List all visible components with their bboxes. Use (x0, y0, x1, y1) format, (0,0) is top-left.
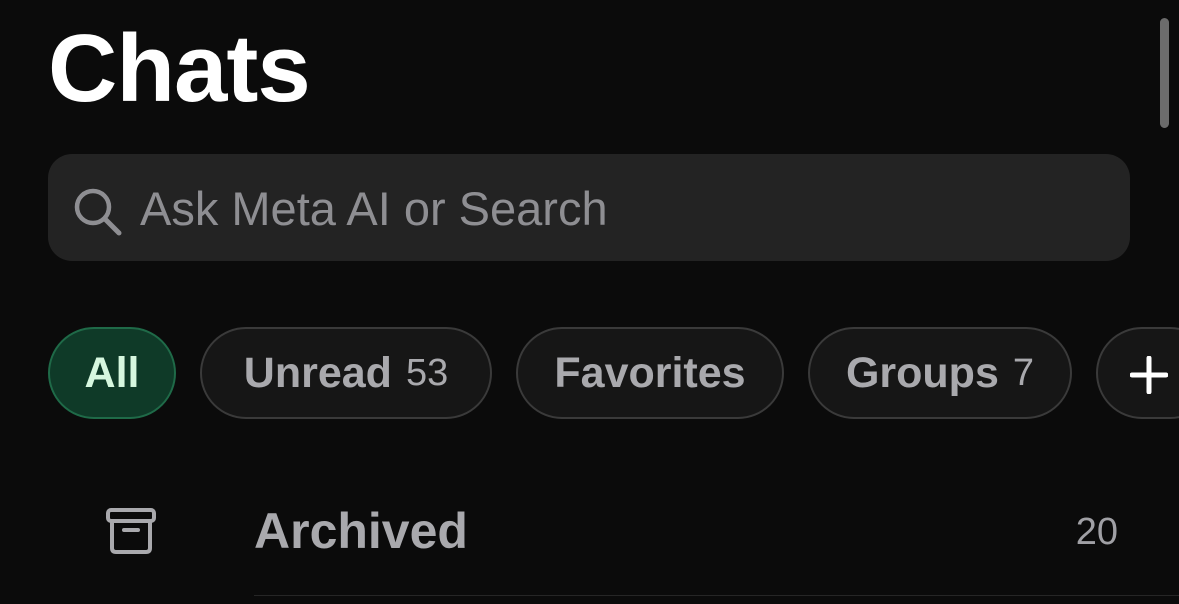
filter-chip-label: Unread (243, 348, 392, 397)
filter-chip-count: 53 (405, 351, 449, 394)
scrollbar[interactable] (1160, 18, 1169, 128)
filter-chip-label: Favorites (554, 348, 746, 397)
filter-chip-favorites[interactable]: Favorites (516, 327, 784, 419)
filter-chip-count: 7 (1012, 351, 1035, 394)
filter-chip-all[interactable]: All (48, 327, 176, 419)
filter-chip-groups[interactable]: Groups 7 (808, 327, 1072, 419)
filter-chip-unread[interactable]: Unread 53 (200, 327, 492, 419)
filter-chip-label: Groups (845, 348, 999, 397)
plus-icon (1130, 356, 1168, 394)
filter-chip-label: All (84, 348, 140, 397)
page-title: Chats (48, 15, 311, 122)
archive-icon (106, 508, 156, 554)
archived-count: 20 (1075, 511, 1118, 553)
search-icon (74, 188, 122, 236)
search-input[interactable] (140, 175, 1100, 241)
row-divider (254, 595, 1179, 596)
archived-label: Archived (254, 503, 468, 559)
chats-screen: Chats All Unread 53 Favorites Groups 7 A… (0, 0, 1179, 604)
